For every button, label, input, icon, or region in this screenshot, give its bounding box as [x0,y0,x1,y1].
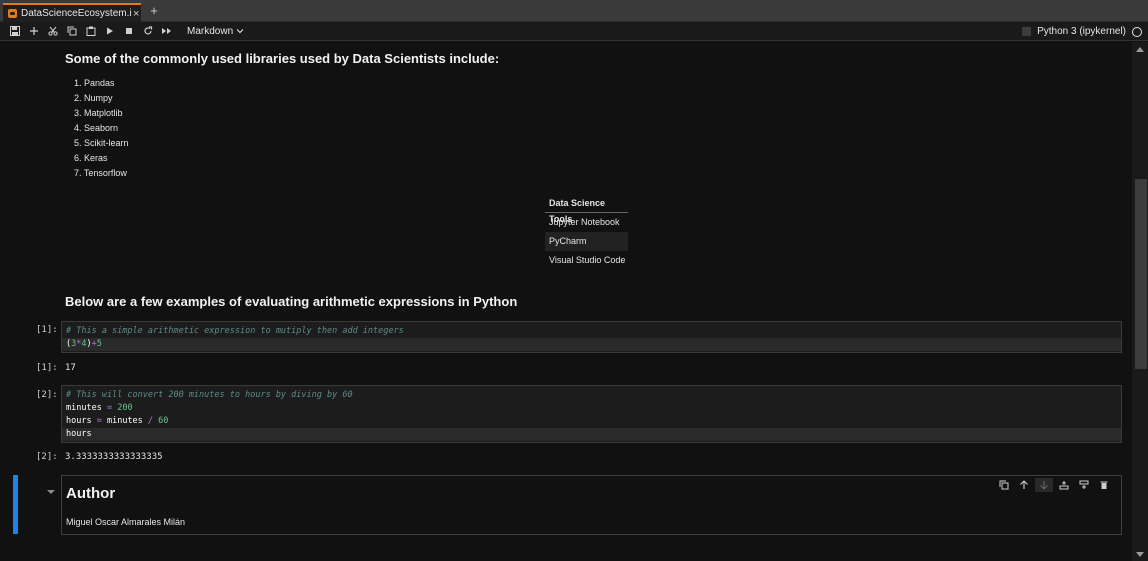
tab-label: DataScienceEcosystem.ipynb [21,8,131,19]
notebook-toolbar: Markdown Python 3 (ipykernel) [0,22,1148,41]
paste-icon[interactable] [81,22,100,40]
run-all-icon[interactable] [157,22,176,40]
input-prompt: [1]: [36,325,58,335]
stop-icon[interactable] [119,22,138,40]
list-item: 4. Seaborn [74,123,119,133]
author-name: Miguel Oscar Almarales Milán [66,517,186,527]
output-prompt: [1]: [36,363,58,373]
scroll-thumb[interactable] [1135,179,1147,369]
run-icon[interactable] [100,22,119,40]
restart-icon[interactable] [138,22,157,40]
cell-type-select[interactable]: Markdown [187,26,244,37]
kernel-settings-icon[interactable] [1022,27,1032,36]
kernel-name: Python 3 (ipykernel) [1037,26,1126,37]
code-line: hours = minutes / 60 [66,416,169,426]
active-cell-indicator [13,475,18,534]
duplicate-cell-icon[interactable] [995,478,1013,492]
cell-type-label: Markdown [187,25,234,37]
scrollbar[interactable] [1132,42,1148,561]
move-up-icon[interactable] [1015,478,1033,492]
list-item: 6. Keras [74,153,108,163]
code-cell-1[interactable]: # This a simple arithmetic expression to… [61,321,1122,353]
cell-action-toolbar [995,478,1113,492]
code-line: # This a simple arithmetic expression to… [66,325,1117,338]
collapse-icon[interactable] [47,490,55,494]
list-item: 3. Matplotlib [74,108,123,118]
scroll-down-icon[interactable] [1136,552,1144,557]
cell-output: 3.3333333333333335 [65,452,163,462]
arithmetic-heading: Below are a few examples of evaluating a… [65,294,518,309]
code-line: # This will convert 200 minutes to hours… [66,389,1117,402]
tab-bar: DataScienceEcosystem.ipynb × + [0,0,1148,22]
libraries-list: 1. Pandas 2. Numpy 3. Matplotlib 4. Seab… [74,76,129,181]
kernel-status[interactable]: Python 3 (ipykernel) [1022,22,1142,41]
libraries-heading: Some of the commonly used libraries used… [65,51,500,66]
output-prompt: [2]: [36,452,58,462]
code-comment: # This a simple arithmetic expression to… [66,326,404,336]
notebook-icon [8,9,17,18]
new-tab-button[interactable]: + [147,4,161,18]
input-prompt: [2]: [36,390,58,400]
code-line: minutes = 200 [66,403,133,413]
list-item: 2. Numpy [74,93,113,103]
copy-icon[interactable] [62,22,81,40]
delete-icon[interactable] [1095,478,1113,492]
add-icon[interactable] [24,22,43,40]
chevron-down-icon [236,29,244,34]
code-comment: # This will convert 200 minutes to hours… [66,390,353,400]
list-item: 1. Pandas [74,78,115,88]
cut-icon[interactable] [43,22,62,40]
tools-table: Data Science Tools Jupyter Notebook PyCh… [545,195,628,270]
code-line: hours [62,428,1121,441]
cell-output: 17 [65,363,76,373]
insert-above-icon[interactable] [1055,478,1073,492]
list-item: 5. Scikit-learn [74,138,129,148]
author-heading: Author [66,485,116,502]
table-header: Data Science Tools [545,195,628,224]
code-cell-2[interactable]: # This will convert 200 minutes to hours… [61,385,1122,443]
code-line: (3*4)+5 [62,338,1121,351]
scroll-up-icon[interactable] [1136,47,1144,52]
kernel-idle-icon [1132,26,1142,37]
table-row: PyCharm [545,232,628,251]
table-row: Jupyter Notebook [549,217,620,227]
markdown-cell-author[interactable]: Author Miguel Oscar Almarales Milán [61,475,1122,535]
insert-below-icon[interactable] [1075,478,1093,492]
close-icon[interactable]: × [133,8,139,20]
notebook-content[interactable]: Some of the commonly used libraries used… [0,42,1132,561]
notebook-tab[interactable]: DataScienceEcosystem.ipynb × [3,3,141,22]
save-icon[interactable] [5,22,24,40]
jupyter-app: DataScienceEcosystem.ipynb × + [0,0,1148,561]
table-row: Visual Studio Code [549,255,626,265]
list-item: 7. Tensorflow [74,168,127,178]
move-down-icon[interactable] [1035,478,1053,492]
